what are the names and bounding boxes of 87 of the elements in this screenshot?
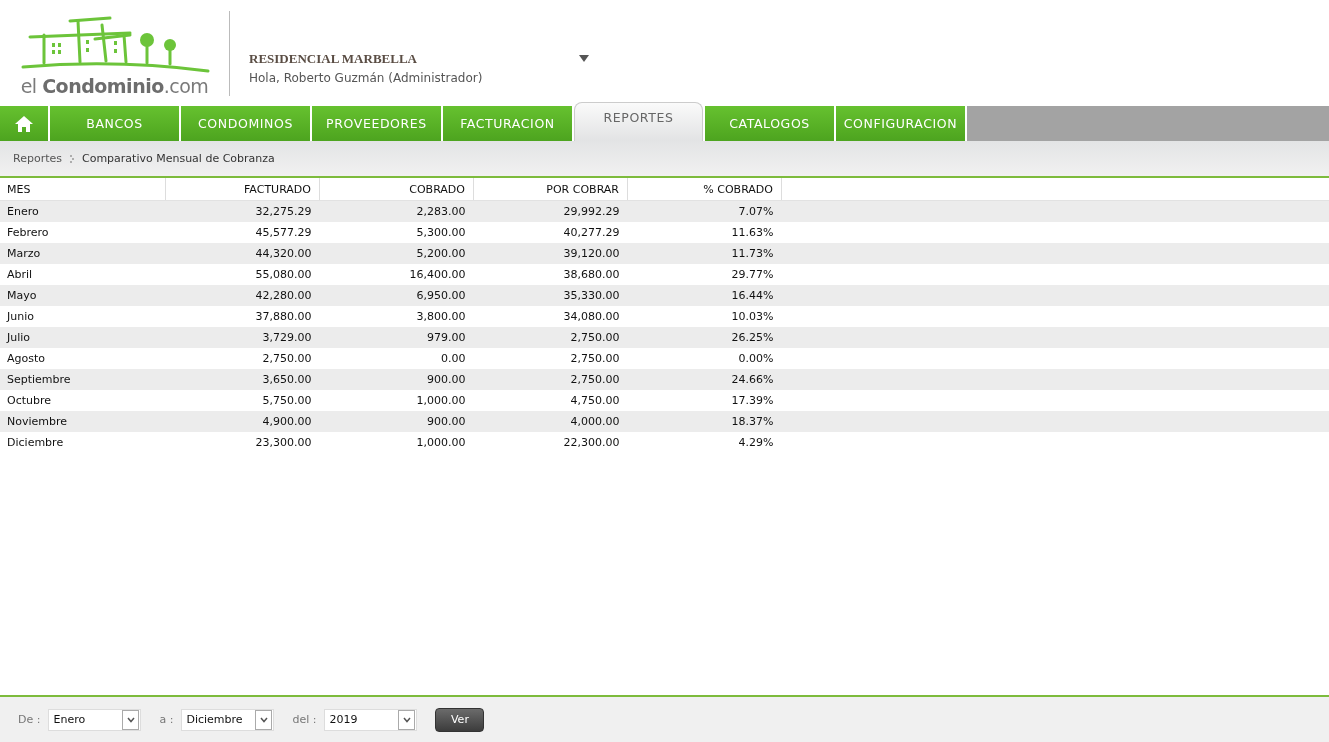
table-cell: Enero (0, 200, 166, 222)
table-cell: 42,280.00 (165, 285, 320, 306)
table-cell: 5,750.00 (165, 390, 320, 411)
view-button[interactable]: Ver (435, 707, 485, 732)
table-cell: Abril (0, 264, 166, 285)
table-cell: 0.00% (627, 348, 782, 369)
column-header: % COBRADO (627, 178, 782, 201)
table-cell: 5,300.00 (319, 222, 474, 243)
table-cell: 4,900.00 (165, 411, 320, 432)
table-cell: 11.73% (627, 243, 782, 264)
filter-label: a : (159, 713, 174, 726)
table-cell: Febrero (0, 222, 166, 243)
table-cell: 900.00 (319, 411, 474, 432)
table-cell: 17.39% (627, 390, 782, 411)
table-cell: Agosto (0, 348, 166, 369)
table-cell: 0.00 (319, 348, 474, 369)
table-cell: Septiembre (0, 369, 166, 390)
table-cell: 35,330.00 (473, 285, 628, 306)
breadcrumb-item: Comparativo Mensual de Cobranza (81, 152, 275, 165)
table-cell: 16,400.00 (319, 264, 474, 285)
chevron-down-icon (402, 716, 411, 723)
table-cell: 1,000.00 (319, 390, 474, 411)
table-cell: 979.00 (319, 327, 474, 348)
filter-dropdown[interactable]: 2019 (324, 708, 418, 731)
dropdown-caret-icon[interactable] (579, 54, 589, 62)
table-cell: 2,750.00 (473, 369, 628, 390)
nav-tab[interactable]: CONFIGURACION (836, 106, 965, 141)
table-cell: 3,800.00 (319, 306, 474, 327)
logo-text: el Condominio.com (20, 75, 209, 97)
table-cell: Noviembre (0, 411, 166, 432)
table-cell: 3,729.00 (165, 327, 320, 348)
filter-label: del : (292, 713, 317, 726)
home-tab[interactable] (0, 106, 48, 141)
chevron-down-icon (126, 716, 135, 723)
table-cell: 45,577.29 (165, 222, 320, 243)
nav-tab[interactable]: PROVEEDORES (312, 106, 441, 141)
table-cell: Marzo (0, 243, 166, 264)
filter-label: De : (18, 713, 41, 726)
table-cell: 34,080.00 (473, 306, 628, 327)
filter-dropdown[interactable]: Enero (48, 708, 142, 731)
table-cell: 4,750.00 (473, 390, 628, 411)
table-cell: 55,080.00 (165, 264, 320, 285)
table-cell: 4,000.00 (473, 411, 628, 432)
table-cell: 5,200.00 (319, 243, 474, 264)
breadcrumb-item[interactable]: Reportes (13, 152, 62, 165)
column-header: COBRADO (319, 178, 474, 201)
table-cell: 23,300.00 (165, 432, 320, 453)
table-cell: 38,680.00 (473, 264, 628, 285)
table-cell: Mayo (0, 285, 166, 306)
column-header: POR COBRAR (473, 178, 628, 201)
table-cell: Junio (0, 306, 166, 327)
nav-tab[interactable]: FACTURACION (443, 106, 572, 141)
table-cell: 10.03% (627, 306, 782, 327)
table-cell: 4.29% (627, 432, 782, 453)
table-cell: 40,277.29 (473, 222, 628, 243)
home-icon (15, 115, 33, 132)
nav-tab[interactable]: REPORTES (574, 102, 703, 141)
table-cell: 900.00 (319, 369, 474, 390)
table-cell: 6,950.00 (319, 285, 474, 306)
table-cell: 29.77% (627, 264, 782, 285)
nav-tab[interactable]: CATALOGOS (705, 106, 834, 141)
table-cell: 16.44% (627, 285, 782, 306)
table-cell: 11.63% (627, 222, 782, 243)
table-cell: 1,000.00 (319, 432, 474, 453)
chevron-down-icon (259, 716, 268, 723)
table-cell: 2,750.00 (473, 348, 628, 369)
table-cell: 2,750.00 (473, 327, 628, 348)
nav-tab[interactable]: BANCOS (50, 106, 179, 141)
filter-dropdown[interactable]: Diciembre (181, 708, 275, 731)
table-cell: 22,300.00 (473, 432, 628, 453)
column-header: FACTURADO (165, 178, 320, 201)
table-cell: 26.25% (627, 327, 782, 348)
table-cell: 44,320.00 (165, 243, 320, 264)
table-cell: 24.66% (627, 369, 782, 390)
table-cell: 37,880.00 (165, 306, 320, 327)
table-cell: Octubre (0, 390, 166, 411)
column-header: MES (0, 178, 166, 201)
condominium-name: RESIDENCIAL MARBELLA (249, 51, 418, 67)
table-cell: 39,120.00 (473, 243, 628, 264)
user-greeting: Hola, Roberto Guzmán (Administrador) (249, 71, 484, 85)
table-cell: 2,750.00 (165, 348, 320, 369)
table-cell: Diciembre (0, 432, 166, 453)
table-cell: 18.37% (627, 411, 782, 432)
nav-tab[interactable]: CONDOMINOS (181, 106, 310, 141)
breadcrumb-separator-icon (69, 154, 74, 163)
table-cell: 3,650.00 (165, 369, 320, 390)
table-cell: Julio (0, 327, 166, 348)
